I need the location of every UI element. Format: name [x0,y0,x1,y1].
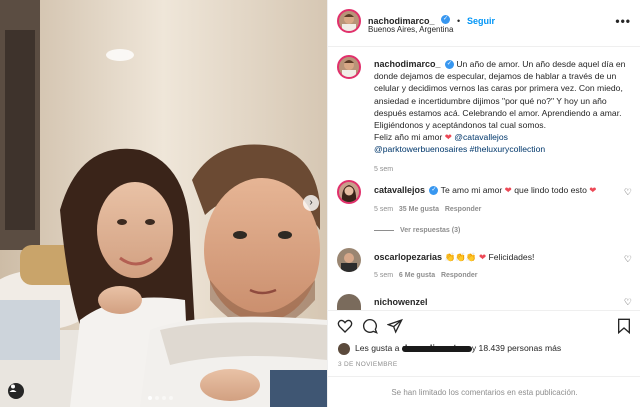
clap-emoji-icon: 👏👏👏 [444,252,477,262]
comment-avatar-nichowenzel[interactable] [337,294,361,310]
caption-username[interactable]: nachodimarco_ [374,59,441,69]
post-location[interactable]: Buenos Aires, Argentina [368,25,453,34]
view-replies-button[interactable]: Ver respuestas (3) [374,227,460,234]
comment-avatar-oscarlopezarias[interactable] [337,248,361,272]
verified-badge-icon: ✓ [429,186,439,196]
heart-emoji-icon: ❤ [589,185,597,195]
comment-username[interactable]: catavallejos [374,185,425,195]
comment-nichowenzel: nichowenzel [374,297,428,307]
post-caption: nachodimarco_ ✓ Un año de amor. Un año d… [374,58,632,176]
caption-line-3: celular y decidimos vernos las caras por… [374,83,623,94]
post-date[interactable]: 3 DE NOVIEMBRE [338,361,397,368]
heart-emoji-icon: ❤ [478,252,487,262]
caption-avatar-image [342,60,356,77]
comment-text: Felicidades! [488,252,535,262]
like-heart-icon[interactable] [337,318,353,334]
comment-avatar-image [341,253,357,272]
heart-emoji-icon: ❤ [444,132,452,143]
comment-text-2: que lindo todo esto [514,185,587,195]
comment-likes[interactable]: 6 Me gusta [399,272,435,279]
comment-avatar-catavallejos[interactable] [337,180,361,204]
caption-closing: Feliz año mi amor [374,132,443,143]
hashtag-link[interactable]: #theluxurycollection [470,144,545,154]
instagram-post-view: › nachodimarco_ ✓ • Seguir Buenos Aires,… [0,0,640,407]
author-avatar-image [342,14,356,31]
caption-line-6: Eligiéndonos y aceptándonos tal cual som… [374,120,546,131]
post-details-panel: nachodimarco_ ✓ • Seguir Buenos Aires, A… [327,0,640,407]
liker-username-redacted[interactable]: dawnalimnxt_m [401,343,472,353]
comment-username[interactable]: oscarlopezarias [374,252,442,262]
comment-avatar-image [341,185,357,202]
comment-bubble-icon[interactable] [362,318,378,334]
view-replies-label: Ver respuestas (3) [400,227,461,234]
chevron-right-icon: › [309,197,313,208]
caption-line-5: después estamos acá. Celebrando el amor.… [374,107,622,118]
liker-avatar[interactable] [338,343,350,355]
post-actions-bar [328,310,640,339]
comment-time[interactable]: 5 sem [374,272,393,279]
comment-catavallejos: catavallejos ✓ Te amo mi amor ❤ que lind… [374,185,597,196]
post-header: nachodimarco_ ✓ • Seguir Buenos Aires, A… [328,0,640,47]
save-bookmark-icon[interactable] [617,318,631,334]
likes-suffix[interactable]: y 18.439 personas más [472,343,561,353]
redaction-scribble [401,346,472,352]
couple-selfie-image [0,0,327,407]
post-photo[interactable]: › [0,0,327,407]
caption-time[interactable]: 5 sem [374,164,632,176]
caption-line-1: Un año de amor. Un año desde aquel día e… [456,59,626,69]
user-icon [9,384,17,392]
follow-button[interactable]: Seguir [467,16,495,26]
reply-button[interactable]: Responder [445,206,482,213]
likes-summary: Les gusta a dawnalimnxt_m y 18.439 perso… [355,343,561,353]
like-comment-heart-icon[interactable]: ♡ [624,187,632,198]
like-comment-heart-icon[interactable]: ♡ [624,254,632,265]
comment-username[interactable]: nichowenzel [374,297,428,307]
verified-badge-icon: ✓ [444,60,454,70]
replies-divider [374,229,394,231]
reply-button[interactable]: Responder [441,272,478,279]
comment-time[interactable]: 5 sem [374,206,393,213]
like-comment-heart-icon[interactable]: ♡ [624,297,632,308]
verified-badge-icon: ✓ [440,15,450,25]
comment-oscarlopezarias: oscarlopezarias 👏👏👏 ❤ Felicidades! [374,252,534,263]
share-paper-plane-icon[interactable] [387,318,403,334]
heart-emoji-icon: ❤ [504,185,512,195]
more-options-icon[interactable]: ••• [615,14,631,28]
author-avatar[interactable] [337,9,361,33]
caption-line-2: donde dejamos de especular, dejamos de h… [374,71,617,82]
next-photo-button[interactable]: › [303,195,319,211]
caption-line-4: ansiedad e incertidumbre dijimos "por qu… [374,95,607,106]
comment-likes[interactable]: 35 Me gusta [399,206,439,213]
likes-prefix: Les gusta a [355,343,400,353]
comments-limited-notice: Se han limitado los comentarios en esta … [328,376,640,408]
tagged-user-button[interactable] [8,383,24,399]
mention-link-hotel[interactable]: @parktowerbuenosaires [374,144,467,154]
caption-author-avatar[interactable] [337,55,361,79]
mention-link[interactable]: @catavallejos [454,132,508,142]
comment-text: Te amo mi amor [440,185,503,195]
